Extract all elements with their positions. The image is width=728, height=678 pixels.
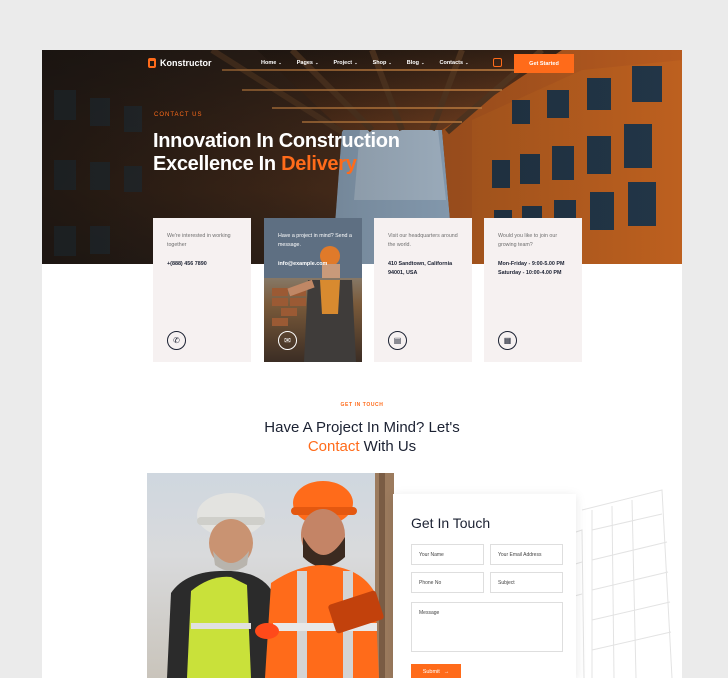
main-menu: Home ⌄ Pages ⌄ Project ⌄ Shop ⌄ Blog ⌄ C… bbox=[261, 60, 468, 66]
workers-photo bbox=[147, 473, 394, 678]
mail-icon: ✉ bbox=[278, 331, 297, 350]
brand-name: Konstructor bbox=[160, 58, 212, 68]
phone-icon: ✆ bbox=[167, 331, 186, 350]
page: Konstructor Home ⌄ Pages ⌄ Project ⌄ Sho… bbox=[42, 50, 682, 678]
nav-item-contacts[interactable]: Contacts ⌄ bbox=[439, 60, 468, 66]
contact-card-email: Have a project in mind? Send a message. … bbox=[264, 218, 362, 362]
card-value[interactable]: +(888) 456 7890 bbox=[167, 260, 247, 269]
hero-kicker: CONTACT US bbox=[154, 112, 203, 118]
nav-item-shop[interactable]: Shop ⌄ bbox=[373, 60, 392, 66]
email-field[interactable]: Your Email Address bbox=[490, 544, 563, 565]
top-navigation: Konstructor Home ⌄ Pages ⌄ Project ⌄ Sho… bbox=[42, 50, 682, 78]
card-text: Would you like to join our growing team? bbox=[498, 233, 558, 248]
contact-card-hours: Would you like to join our growing team?… bbox=[484, 218, 582, 362]
section-title: Have A Project In Mind? Let's Contact Wi… bbox=[264, 419, 460, 455]
nav-item-pages[interactable]: Pages ⌄ bbox=[297, 60, 319, 66]
logo-mark-icon bbox=[148, 58, 156, 68]
get-started-button[interactable]: Get Started bbox=[514, 54, 574, 73]
contact-form-card: Get In Touch Your Name Your Email Addres… bbox=[393, 494, 576, 678]
name-field[interactable]: Your Name bbox=[411, 544, 484, 565]
card-text: We're interested in working together bbox=[167, 233, 231, 248]
card-value[interactable]: info@example.com bbox=[278, 260, 358, 269]
brand-logo[interactable]: Konstructor bbox=[148, 58, 212, 68]
arrow-right-icon: → bbox=[443, 669, 450, 675]
building-icon: ▤ bbox=[388, 331, 407, 350]
nav-item-home[interactable]: Home ⌄ bbox=[261, 60, 282, 66]
card-text: Visit our headquarters around the world. bbox=[388, 233, 458, 248]
form-title: Get In Touch bbox=[411, 515, 491, 531]
card-value: Mon-Friday - 9:00-5.00 PM Saturday - 10:… bbox=[498, 261, 565, 276]
card-value[interactable]: 410 Sandtown, California 94001, USA bbox=[388, 260, 468, 278]
chevron-down-icon: ⌄ bbox=[387, 60, 392, 65]
chevron-down-icon: ⌄ bbox=[353, 60, 358, 65]
contact-card-address: Visit our headquarters around the world.… bbox=[374, 218, 472, 362]
chevron-down-icon: ⌄ bbox=[420, 60, 425, 65]
calendar-icon: ▦ bbox=[498, 331, 517, 350]
hero-title: Innovation In Construction Excellence In… bbox=[153, 130, 400, 175]
message-field[interactable]: Message bbox=[411, 602, 563, 652]
submit-button[interactable]: Submit → bbox=[411, 664, 461, 678]
workers-illustration bbox=[167, 473, 394, 678]
card-text: Have a project in mind? Send a message. bbox=[278, 233, 352, 248]
chevron-down-icon: ⌄ bbox=[464, 60, 469, 65]
nav-item-blog[interactable]: Blog ⌄ bbox=[407, 60, 425, 66]
nav-item-project[interactable]: Project ⌄ bbox=[333, 60, 357, 66]
phone-field[interactable]: Phone No bbox=[411, 572, 484, 593]
subject-field[interactable]: Subject bbox=[490, 572, 563, 593]
chevron-down-icon: ⌄ bbox=[313, 60, 319, 65]
chevron-down-icon: ⌄ bbox=[277, 60, 282, 65]
shopping-bag-icon[interactable] bbox=[493, 58, 502, 67]
section-kicker: GET IN TOUCH bbox=[340, 402, 384, 408]
hero-banner: Konstructor Home ⌄ Pages ⌄ Project ⌄ Sho… bbox=[42, 50, 682, 264]
contact-card-phone: We're interested in working together +(8… bbox=[153, 218, 251, 362]
